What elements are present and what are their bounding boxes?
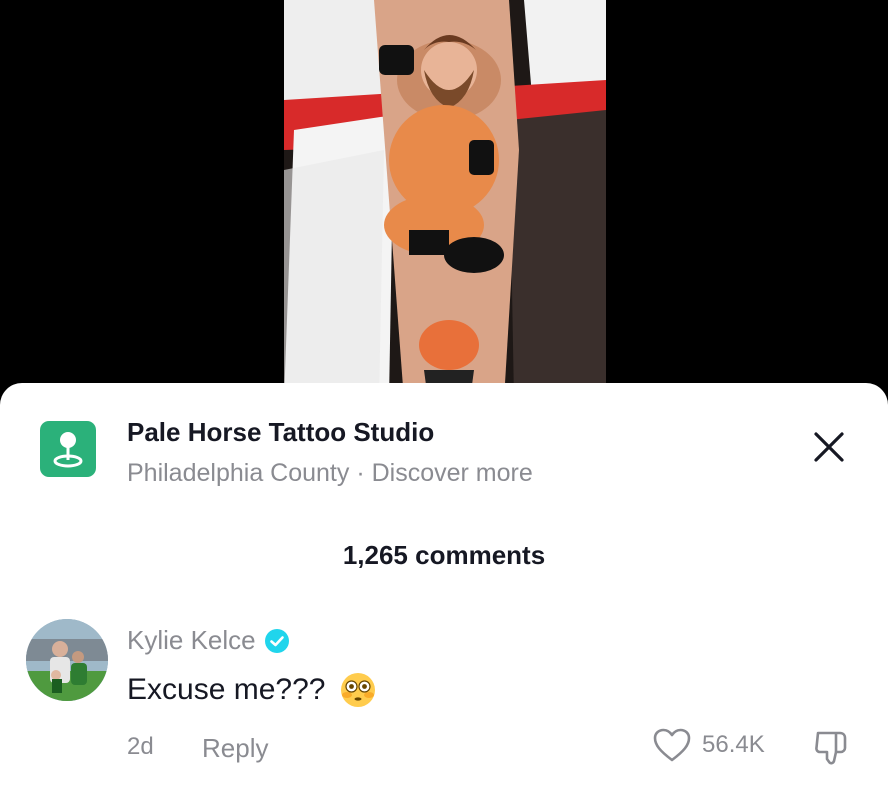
close-icon xyxy=(814,432,844,462)
close-button[interactable] xyxy=(811,429,847,465)
flushed-face-emoji-icon xyxy=(341,673,376,707)
verified-badge-icon xyxy=(264,628,289,653)
avatar-photo xyxy=(26,619,108,701)
comment-timestamp: 2d xyxy=(127,733,154,760)
comments-count: 1,265 comments xyxy=(342,540,546,570)
comment-text: Excuse me??? xyxy=(127,671,377,709)
heart-icon xyxy=(653,728,691,762)
comment-body: Excuse me??? xyxy=(127,673,326,706)
video-player[interactable] xyxy=(0,0,888,400)
location-name[interactable]: Pale Horse Tattoo Studio xyxy=(127,417,434,448)
video-frame-tattoo-forearm[interactable] xyxy=(284,0,606,400)
reply-button[interactable]: Reply xyxy=(202,733,268,764)
like-button[interactable]: 56.4K xyxy=(652,727,765,763)
like-count: 56.4K xyxy=(702,731,765,758)
location-anchor[interactable]: Pale Horse Tattoo Studio Philadelphia Co… xyxy=(40,417,848,487)
comment-author[interactable]: Kylie Kelce xyxy=(127,625,290,656)
location-badge xyxy=(40,421,96,477)
avatar[interactable] xyxy=(26,619,108,701)
thumbs-down-icon xyxy=(815,731,847,765)
tattoo-video-still xyxy=(284,0,606,400)
comments-sheet: Pale Horse Tattoo Studio Philadelphia Co… xyxy=(0,383,888,800)
comment-author-name[interactable]: Kylie Kelce xyxy=(127,625,256,656)
map-pin-icon xyxy=(53,432,83,468)
comment-item: Kylie Kelce Excuse me??? 2d Reply 56.4K xyxy=(26,619,866,779)
location-subtitle[interactable]: Philadelphia County · Discover more xyxy=(127,459,533,488)
dislike-button[interactable] xyxy=(812,727,852,767)
